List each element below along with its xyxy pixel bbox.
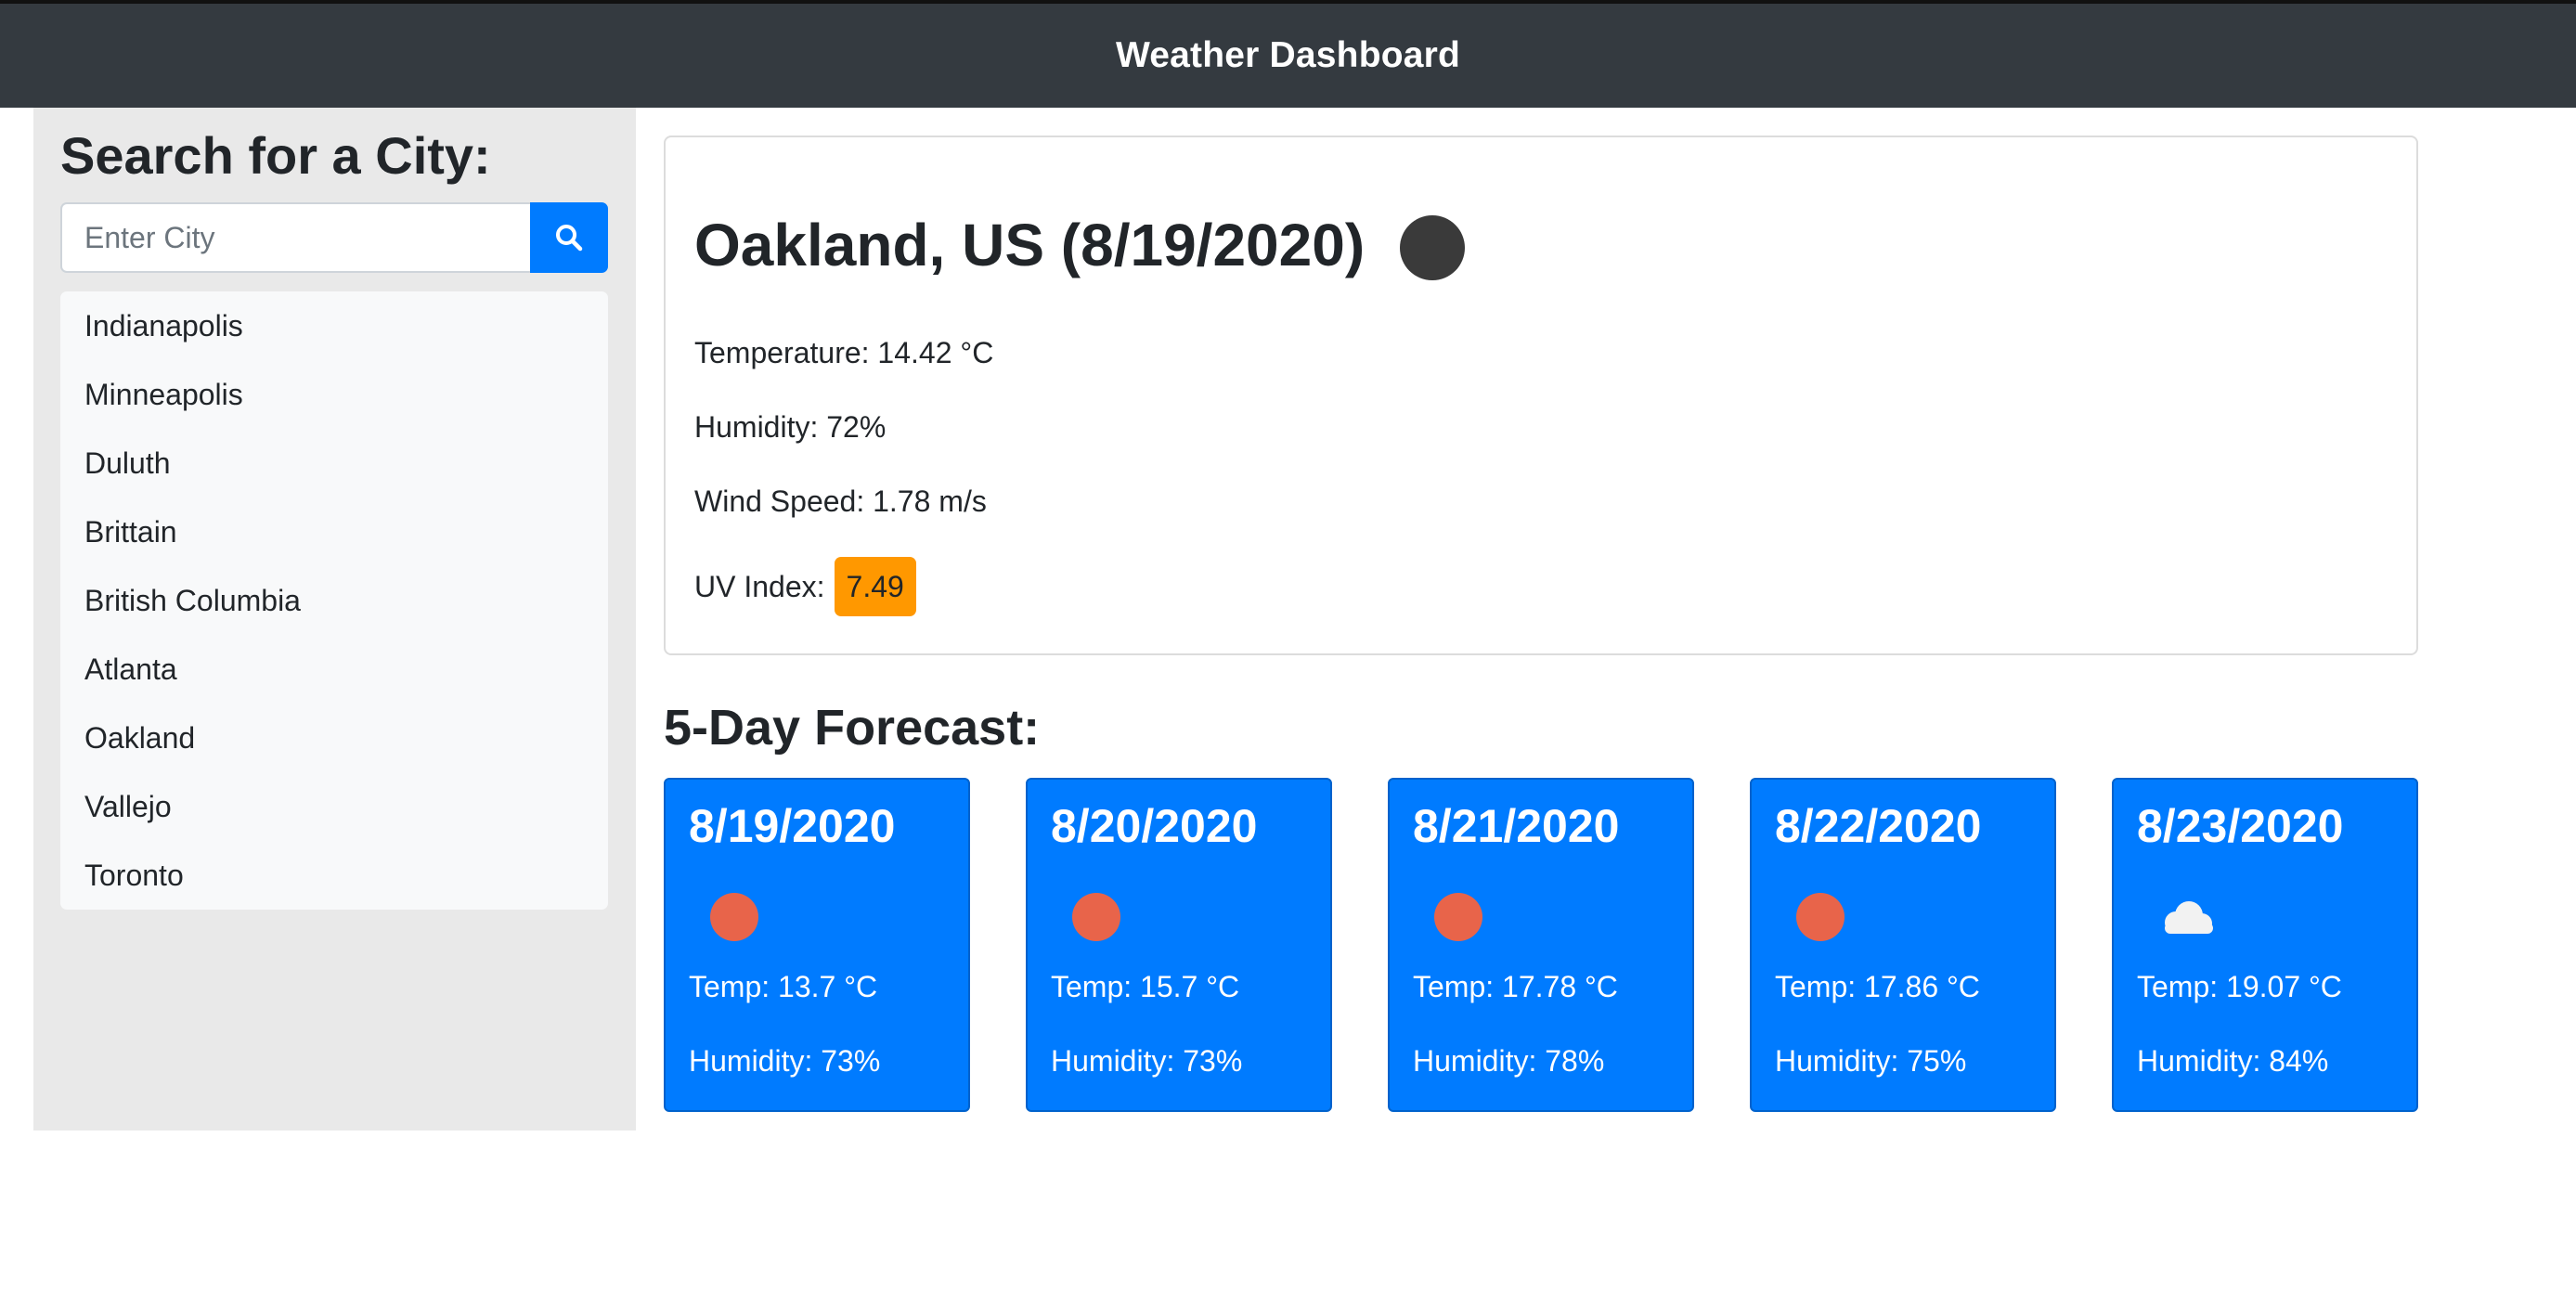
current-wind-speed: Wind Speed: 1.78 m/s: [694, 485, 987, 518]
city-search-input[interactable]: [60, 202, 530, 273]
sidebar: Search for a City: Indianapolis Minneapo…: [33, 108, 636, 1131]
cloud-icon: [2165, 901, 2213, 934]
forecast-card: 8/20/2020 Temp: 15.7 °C Humidity: 73%: [1026, 778, 1332, 1112]
forecast-date: 8/19/2020: [689, 800, 896, 852]
city-item[interactable]: British Columbia: [60, 566, 608, 635]
app-title: Weather Dashboard: [1115, 35, 1461, 75]
forecast-humidity: Humidity: 73%: [1051, 1044, 1243, 1078]
forecast-humidity: Humidity: 75%: [1775, 1044, 1967, 1078]
current-city-title: Oakland, US (8/19/2020): [694, 210, 1466, 281]
forecast-humidity: Humidity: 78%: [1413, 1044, 1605, 1078]
current-uv-index: UV Index: 7.49: [694, 557, 916, 616]
forecast-temp: Temp: 15.7 °C: [1051, 970, 1240, 1003]
sun-icon: [1434, 893, 1482, 941]
forecast-date: 8/23/2020: [2137, 800, 2344, 852]
weather-condition-icon: [1400, 215, 1466, 281]
current-city-name: Oakland, US (8/19/2020): [694, 212, 1366, 278]
forecast-date: 8/20/2020: [1051, 800, 1258, 852]
forecast-temp: Temp: 17.78 °C: [1413, 970, 1618, 1003]
forecast-title: 5-Day Forecast:: [664, 700, 1041, 756]
city-item[interactable]: Brittain: [60, 497, 608, 566]
current-weather-card: Oakland, US (8/19/2020) Temperature: 14.…: [664, 136, 2418, 655]
city-item[interactable]: Minneapolis: [60, 360, 608, 429]
forecast-temp: Temp: 19.07 °C: [2137, 970, 2342, 1003]
city-item[interactable]: Indianapolis: [60, 291, 608, 360]
forecast-date: 8/21/2020: [1413, 800, 1620, 852]
forecast-temp: Temp: 13.7 °C: [689, 970, 878, 1003]
forecast-humidity: Humidity: 73%: [689, 1044, 881, 1078]
city-item[interactable]: Oakland: [60, 704, 608, 772]
forecast-row: 8/19/2020 Temp: 13.7 °C Humidity: 73% 8/…: [664, 778, 2418, 1112]
current-temperature: Temperature: 14.42 °C: [694, 336, 994, 369]
search-button[interactable]: [530, 202, 608, 273]
sun-icon: [710, 893, 758, 941]
city-item[interactable]: Duluth: [60, 429, 608, 497]
forecast-temp: Temp: 17.86 °C: [1775, 970, 1980, 1003]
uv-badge: 7.49: [834, 557, 916, 616]
current-humidity: Humidity: 72%: [694, 410, 887, 444]
city-item[interactable]: Vallejo: [60, 772, 608, 841]
city-item[interactable]: Toronto: [60, 841, 608, 910]
search-group: [60, 202, 608, 273]
forecast-card: 8/23/2020 Temp: 19.07 °C Humidity: 84%: [2112, 778, 2418, 1112]
sun-icon: [1796, 893, 1845, 941]
forecast-card: 8/21/2020 Temp: 17.78 °C Humidity: 78%: [1388, 778, 1694, 1112]
search-heading: Search for a City:: [60, 126, 491, 185]
forecast-humidity: Humidity: 84%: [2137, 1044, 2329, 1078]
city-item[interactable]: Atlanta: [60, 635, 608, 704]
forecast-card: 8/19/2020 Temp: 13.7 °C Humidity: 73%: [664, 778, 970, 1112]
uv-label: UV Index:: [694, 570, 825, 603]
city-history-list: Indianapolis Minneapolis Duluth Brittain…: [60, 291, 608, 910]
forecast-date: 8/22/2020: [1775, 800, 1982, 852]
search-icon: [556, 225, 583, 252]
forecast-card: 8/22/2020 Temp: 17.86 °C Humidity: 75%: [1750, 778, 2056, 1112]
navbar: Weather Dashboard: [0, 0, 2576, 108]
sun-icon: [1072, 893, 1120, 941]
